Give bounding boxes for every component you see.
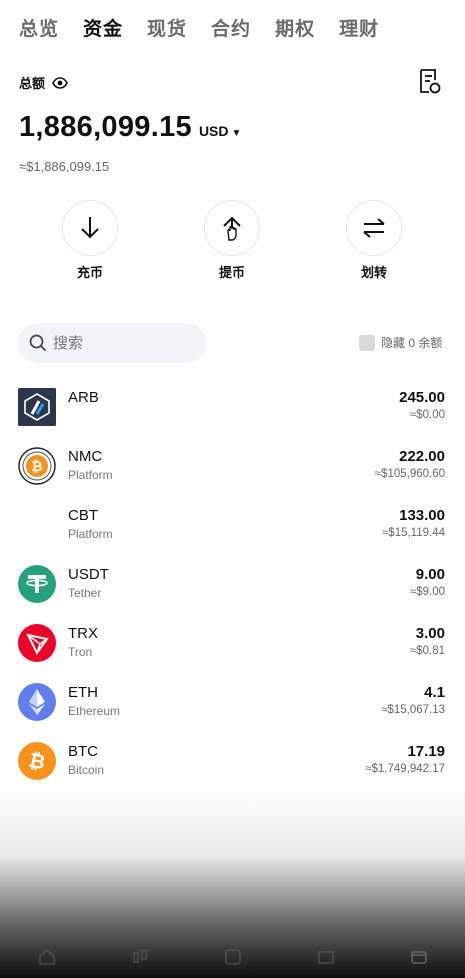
deposit-circle xyxy=(62,200,118,256)
markets-icon[interactable] xyxy=(128,945,152,969)
asset-name: Platform xyxy=(68,468,113,482)
asset-name: Bitcoin xyxy=(68,763,105,777)
asset-symbol: ARB xyxy=(68,389,99,406)
asset-symbol: NMC xyxy=(68,448,103,465)
asset-row[interactable]: ARB 245.00 ≈$0.00 xyxy=(0,388,465,436)
asset-usd-value: ≈$1,749,942.17 xyxy=(365,763,445,775)
deposit-label: 充币 xyxy=(76,265,103,280)
asset-usd-value: ≈$0.81 xyxy=(409,645,445,657)
currency-selector[interactable]: USD ▼ xyxy=(199,123,241,139)
action-buttons: 充币 提币 划转 xyxy=(0,200,465,280)
asset-symbol: USDT xyxy=(68,566,109,583)
total-balance: 1,886,099.15 xyxy=(19,111,192,143)
asset-amount: 9.00 xyxy=(415,566,445,583)
asset-usd-value: ≈$105,960.60 xyxy=(374,468,445,480)
transfer-circle xyxy=(346,200,402,256)
withdraw-circle xyxy=(204,200,260,256)
bottom-nav xyxy=(0,942,465,972)
svg-text:₿: ₿ xyxy=(27,748,48,775)
asset-amount: 4.1 xyxy=(424,684,445,701)
transfer-icon xyxy=(363,218,385,238)
tab-options[interactable]: 期权 xyxy=(275,14,315,41)
asset-usd-value: ≈$9.00 xyxy=(409,586,445,598)
asset-symbol: CBT xyxy=(68,507,98,524)
deposit-button[interactable]: 充币 xyxy=(60,200,120,281)
tab-earn[interactable]: 理财 xyxy=(339,14,379,41)
asset-row[interactable]: CBT Platform 133.00 ≈$15,119.44 xyxy=(0,506,465,554)
asset-row[interactable]: USDT Tether 9.00 ≈$9.00 xyxy=(0,565,465,613)
eye-icon[interactable] xyxy=(52,76,68,89)
asset-row[interactable]: ETH Ethereum 4.1 ≈$15,067.13 xyxy=(0,683,465,731)
withdraw-label: 提币 xyxy=(218,265,245,280)
transfer-button[interactable]: 划转 xyxy=(344,200,404,281)
asset-amount: 17.19 xyxy=(407,743,445,760)
futures-icon[interactable] xyxy=(314,945,338,969)
hide-zero-label: 隐藏 0 余额 xyxy=(381,336,443,350)
total-row: 总额 xyxy=(19,73,68,92)
wallet-icon[interactable] xyxy=(407,945,431,969)
tab-spot[interactable]: 现货 xyxy=(147,14,187,41)
asset-symbol: TRX xyxy=(68,625,98,642)
withdraw-button[interactable]: 提币 xyxy=(202,200,262,281)
tab-funds[interactable]: 资金 xyxy=(83,14,123,41)
asset-row[interactable]: ₿ NMC Platform 222.00 ≈$105,960.60 xyxy=(0,447,465,495)
currency-label: USD xyxy=(198,123,229,139)
asset-name: Tron xyxy=(68,645,93,659)
caret-down-icon: ▼ xyxy=(231,128,242,139)
search-icon xyxy=(29,334,47,352)
arrow-down-icon xyxy=(81,217,99,239)
asset-usd-value: ≈$15,119.44 xyxy=(381,527,445,539)
search-box[interactable] xyxy=(18,323,206,363)
tab-contract[interactable]: 合约 xyxy=(211,14,251,41)
approx-balance: ≈$1,886,099.15 xyxy=(19,159,110,174)
asset-amount: 222.00 xyxy=(399,448,445,465)
asset-row[interactable]: ₿ BTC Bitcoin 17.19 ≈$1,749,942.17 xyxy=(0,742,465,790)
asset-symbol: BTC xyxy=(68,743,98,760)
asset-amount: 133.00 xyxy=(399,507,445,524)
top-tabs: 总览 资金 现货 合约 期权 理财 xyxy=(19,14,403,41)
balance-row: 1,886,099.15 USD ▼ xyxy=(19,111,241,144)
arb-icon xyxy=(18,388,56,426)
asset-name: Tether xyxy=(68,586,102,600)
search-input[interactable] xyxy=(53,334,193,352)
transfer-label: 划转 xyxy=(360,265,387,280)
arrow-up-icon xyxy=(223,216,241,241)
cbt-icon xyxy=(18,506,56,544)
trade-icon[interactable] xyxy=(221,945,245,969)
asset-row[interactable]: TRX Tron 3.00 ≈$0.81 xyxy=(0,624,465,672)
asset-symbol: ETH xyxy=(68,684,98,701)
total-label: 总额 xyxy=(19,76,46,91)
nmc-icon: ₿ xyxy=(18,447,56,485)
asset-usd-value: ≈$0.00 xyxy=(409,409,445,421)
ethereum-icon xyxy=(18,683,56,721)
asset-amount: 245.00 xyxy=(399,389,445,406)
records-icon[interactable] xyxy=(418,68,442,96)
home-icon[interactable] xyxy=(35,945,59,969)
tron-icon xyxy=(18,624,56,662)
tab-overview[interactable]: 总览 xyxy=(19,14,59,41)
asset-usd-value: ≈$15,067.13 xyxy=(381,704,445,716)
tether-icon xyxy=(18,565,56,603)
hide-zero-checkbox[interactable] xyxy=(359,334,375,351)
asset-name: Platform xyxy=(68,527,113,541)
svg-text:₿: ₿ xyxy=(31,459,42,475)
hide-zero-toggle[interactable]: 隐藏 0 余额 xyxy=(359,334,442,351)
asset-amount: 3.00 xyxy=(415,625,445,642)
bitcoin-icon: ₿ xyxy=(18,742,56,780)
asset-name: Ethereum xyxy=(68,704,121,718)
